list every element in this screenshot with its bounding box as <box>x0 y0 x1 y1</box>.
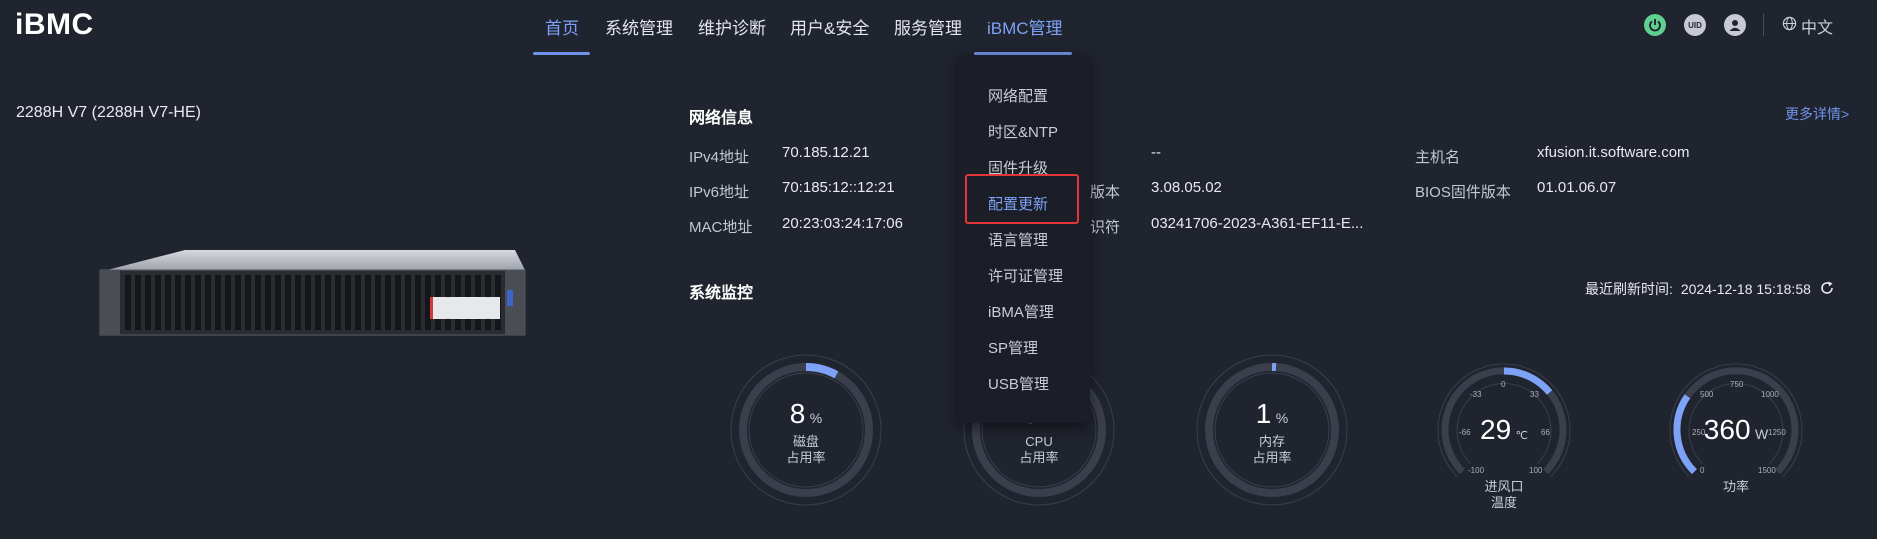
menu-item-network-config[interactable]: 网络配置 <box>988 85 1048 106</box>
menu-item-sp[interactable]: SP管理 <box>988 337 1038 358</box>
disk-usage-unit: % <box>809 410 823 426</box>
inlet-temp-unit: ℃ <box>1515 430 1528 442</box>
power-readout: 360 W <box>1660 414 1812 446</box>
globe-icon <box>1782 16 1797 36</box>
server-model: 2288H V7 (2288H V7-HE) <box>16 104 201 121</box>
col2-row2-label: 版本 <box>1090 184 1121 201</box>
memory-usage-unit: % <box>1275 410 1289 426</box>
header-divider <box>1763 14 1764 36</box>
tick: 1000 <box>1761 390 1779 399</box>
refresh-time: 2024-12-18 15:18:58 <box>1680 281 1811 297</box>
ibmc-management-dropdown: 网络配置 时区&NTP 固件升级 配置更新 语言管理 许可证管理 iBMA管理 … <box>958 55 1090 423</box>
menu-item-license[interactable]: 许可证管理 <box>988 265 1063 286</box>
bios-value: 01.01.06.07 <box>1537 179 1617 196</box>
app-logo[interactable]: iBMC <box>15 8 94 42</box>
disk-label-line1: 磁盘 <box>792 434 819 449</box>
power-value: 360 <box>1703 414 1751 445</box>
memory-label-line2: 占用率 <box>1252 450 1292 465</box>
nav-user-security[interactable]: 用户&安全 <box>790 14 869 56</box>
ipv4-value: 70.185.12.21 <box>782 144 870 161</box>
col2-row1-value: -- <box>1151 144 1161 161</box>
network-info-title: 网络信息 <box>689 110 754 127</box>
system-monitor-title: 系统监控 <box>689 285 754 302</box>
cpu-label-line2: 占用率 <box>1019 450 1059 465</box>
menu-item-ibma[interactable]: iBMA管理 <box>988 301 1054 322</box>
nav-system-management[interactable]: 系统管理 <box>605 14 673 56</box>
nav-maintenance[interactable]: 维护诊断 <box>698 14 766 56</box>
tick: -100 <box>1468 466 1485 475</box>
tick: 0 <box>1501 380 1506 389</box>
refresh-info: 最近刷新时间: 2024-12-18 15:18:58 <box>1585 279 1835 299</box>
server-image <box>95 245 527 350</box>
user-avatar-icon[interactable] <box>1724 14 1746 36</box>
inlet-temp-label: 进风口 温度 <box>1428 479 1580 511</box>
ipv4-label: IPv4地址 <box>689 149 750 166</box>
col2-row3-label: 识符 <box>1090 219 1121 236</box>
memory-label-line1: 内存 <box>1258 434 1285 449</box>
memory-usage-readout: 1 % <box>1196 398 1348 430</box>
power-label: 功率 <box>1660 479 1812 495</box>
tick: 33 <box>1530 390 1539 399</box>
menu-item-usb[interactable]: USB管理 <box>988 373 1049 394</box>
more-details-link[interactable]: 更多详情> <box>1785 104 1849 124</box>
col2-row2-value: 3.08.05.02 <box>1151 179 1222 196</box>
language-label: 中文 <box>1801 20 1834 37</box>
ipv6-label: IPv6地址 <box>689 184 750 201</box>
col2-row3-value: 03241706-2023-A361-EF11-E... <box>1151 215 1364 232</box>
inlet-temp-value: 29 <box>1480 414 1512 445</box>
inlet-temp-label-line2: 温度 <box>1490 495 1517 510</box>
disk-label-line2: 占用率 <box>786 450 826 465</box>
tick: 100 <box>1529 466 1543 475</box>
tick: 1500 <box>1758 466 1776 475</box>
hostname-value: xfusion.it.software.com <box>1537 144 1690 161</box>
nav-ibmc-management[interactable]: iBMC管理 <box>987 14 1063 56</box>
tick: 500 <box>1700 390 1714 399</box>
tick: 750 <box>1730 380 1744 389</box>
nav-home[interactable]: 首页 <box>545 14 579 56</box>
selection-highlight-box <box>965 174 1079 224</box>
inlet-temp-label-line1: 进风口 <box>1484 479 1524 494</box>
nav-service-management[interactable]: 服务管理 <box>894 14 962 56</box>
disk-usage-label: 磁盘 占用率 <box>730 434 882 466</box>
power-label-line1: 功率 <box>1722 479 1749 494</box>
mac-label: MAC地址 <box>689 219 753 236</box>
bios-label: BIOS固件版本 <box>1415 184 1511 201</box>
cpu-label-line1: CPU <box>1025 434 1053 449</box>
hostname-label: 主机名 <box>1415 149 1461 166</box>
tick: 0 <box>1700 466 1705 475</box>
inlet-temp-readout: 29 ℃ <box>1428 414 1580 446</box>
uid-icon[interactable]: UID <box>1684 14 1706 36</box>
language-switch[interactable]: 中文 <box>1782 14 1833 38</box>
memory-usage-label: 内存 占用率 <box>1196 434 1348 466</box>
power-icon[interactable] <box>1644 14 1666 36</box>
cpu-usage-label: CPU 占用率 <box>963 434 1115 466</box>
memory-usage-gauge <box>1196 354 1348 506</box>
menu-item-language[interactable]: 语言管理 <box>988 229 1048 250</box>
nav-home-underline <box>533 52 590 55</box>
tick: -33 <box>1470 390 1482 399</box>
ipv6-value: 70:185:12::12:21 <box>782 179 895 196</box>
refresh-icon[interactable] <box>1819 280 1835 299</box>
memory-usage-value: 1 <box>1255 398 1272 429</box>
disk-usage-gauge <box>730 354 882 506</box>
power-unit: W <box>1754 426 1769 442</box>
mac-value: 20:23:03:24:17:06 <box>782 215 903 232</box>
menu-item-timezone-ntp[interactable]: 时区&NTP <box>988 121 1058 142</box>
disk-usage-value: 8 <box>789 398 806 429</box>
refresh-label: 最近刷新时间: <box>1585 281 1673 297</box>
disk-usage-readout: 8 % <box>730 398 882 430</box>
